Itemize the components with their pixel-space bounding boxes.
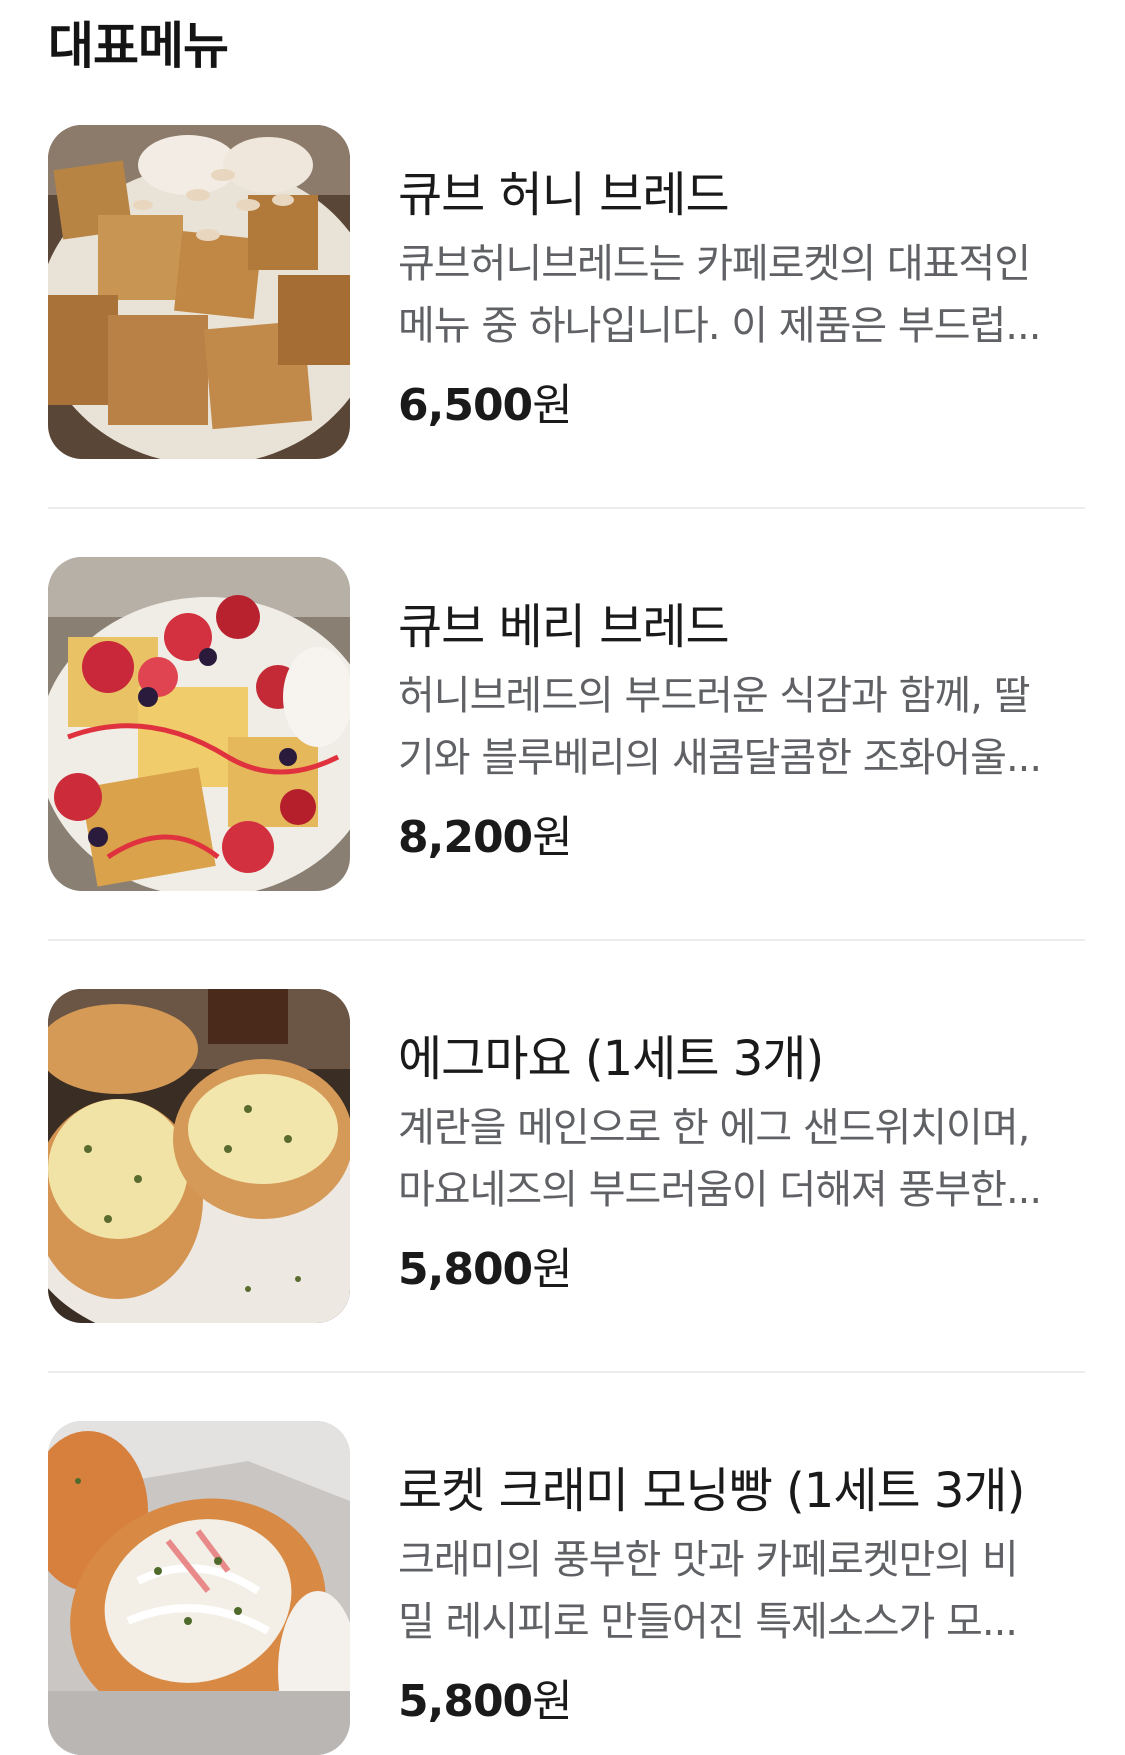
divider — [48, 1371, 1085, 1373]
price-currency: 원 — [532, 1244, 572, 1295]
menu-item-description: 계란을 메인으로 한 에그 샌드위치이며, 마요네즈의 부드러움이 더해져 풍부… — [398, 1097, 1088, 1221]
description-line: 기와 블루베리의 새콤달콤한 조화어울... — [398, 735, 1042, 781]
menu-item-honey-bread[interactable]: 큐브 허니 브레드 큐브허니브레드는 카페로켓의 대표적인 메뉴 중 하나입니다… — [48, 125, 1085, 459]
menu-item-description: 크래미의 풍부한 맛과 카페로켓만의 비 밀 레시피로 만들어진 특제소스가 모… — [398, 1529, 1088, 1653]
menu-item-image — [48, 125, 350, 459]
divider — [48, 507, 1085, 509]
description-line: 큐브허니브레드는 카페로켓의 대표적인 — [398, 241, 1031, 287]
menu-item-name: 로켓 크래미 모닝빵 (1세트 3개) — [398, 1463, 1025, 1519]
menu-item-image — [48, 989, 350, 1323]
price-value: 8,200 — [398, 812, 533, 863]
menu-item-egg-mayo[interactable]: 에그마요 (1세트 3개) 계란을 메인으로 한 에그 샌드위치이며, 마요네즈… — [48, 989, 1085, 1323]
description-line: 허니브레드의 부드러운 식감과 함께, 딸 — [398, 673, 1030, 719]
menu-item-description: 큐브허니브레드는 카페로켓의 대표적인 메뉴 중 하나입니다. 이 제품은 부드… — [398, 233, 1088, 357]
price-currency: 원 — [532, 1676, 572, 1727]
price-value: 5,800 — [398, 1244, 533, 1295]
menu-item-price: 6,500원 — [398, 369, 573, 433]
menu-item-berry-bread[interactable]: 큐브 베리 브레드 허니브레드의 부드러운 식감과 함께, 딸 기와 블루베리의… — [48, 557, 1085, 891]
section-title: 대표메뉴 — [48, 17, 229, 75]
menu-item-price: 5,800원 — [398, 1665, 573, 1729]
menu-item-image — [48, 1421, 350, 1755]
description-line: 계란을 메인으로 한 에그 샌드위치이며, — [398, 1105, 1030, 1151]
menu-page: 대표메뉴 큐브 허니 브레드 큐브허니브레드는 카페로켓의 대표적인 메뉴 중 … — [0, 0, 1125, 1755]
divider — [48, 939, 1085, 941]
menu-item-price: 8,200원 — [398, 801, 573, 865]
price-currency: 원 — [532, 380, 572, 431]
description-line: 밀 레시피로 만들어진 특제소스가 모... — [398, 1599, 1018, 1645]
menu-item-name: 큐브 허니 브레드 — [398, 167, 730, 223]
menu-item-name: 큐브 베리 브레드 — [398, 599, 730, 655]
description-line: 메뉴 중 하나입니다. 이 제품은 부드럽... — [398, 303, 1041, 349]
description-line: 크래미의 풍부한 맛과 카페로켓만의 비 — [398, 1537, 1019, 1583]
description-line: 마요네즈의 부드러움이 더해져 풍부한... — [398, 1167, 1042, 1213]
price-value: 5,800 — [398, 1676, 533, 1727]
menu-item-description: 허니브레드의 부드러운 식감과 함께, 딸 기와 블루베리의 새콤달콤한 조화어… — [398, 665, 1088, 789]
price-value: 6,500 — [398, 380, 533, 431]
menu-item-image — [48, 557, 350, 891]
menu-item-price: 5,800원 — [398, 1233, 573, 1297]
price-currency: 원 — [532, 812, 572, 863]
menu-item-crab-morning-bread[interactable]: 로켓 크래미 모닝빵 (1세트 3개) 크래미의 풍부한 맛과 카페로켓만의 비… — [48, 1421, 1085, 1755]
menu-item-name: 에그마요 (1세트 3개) — [398, 1031, 824, 1087]
